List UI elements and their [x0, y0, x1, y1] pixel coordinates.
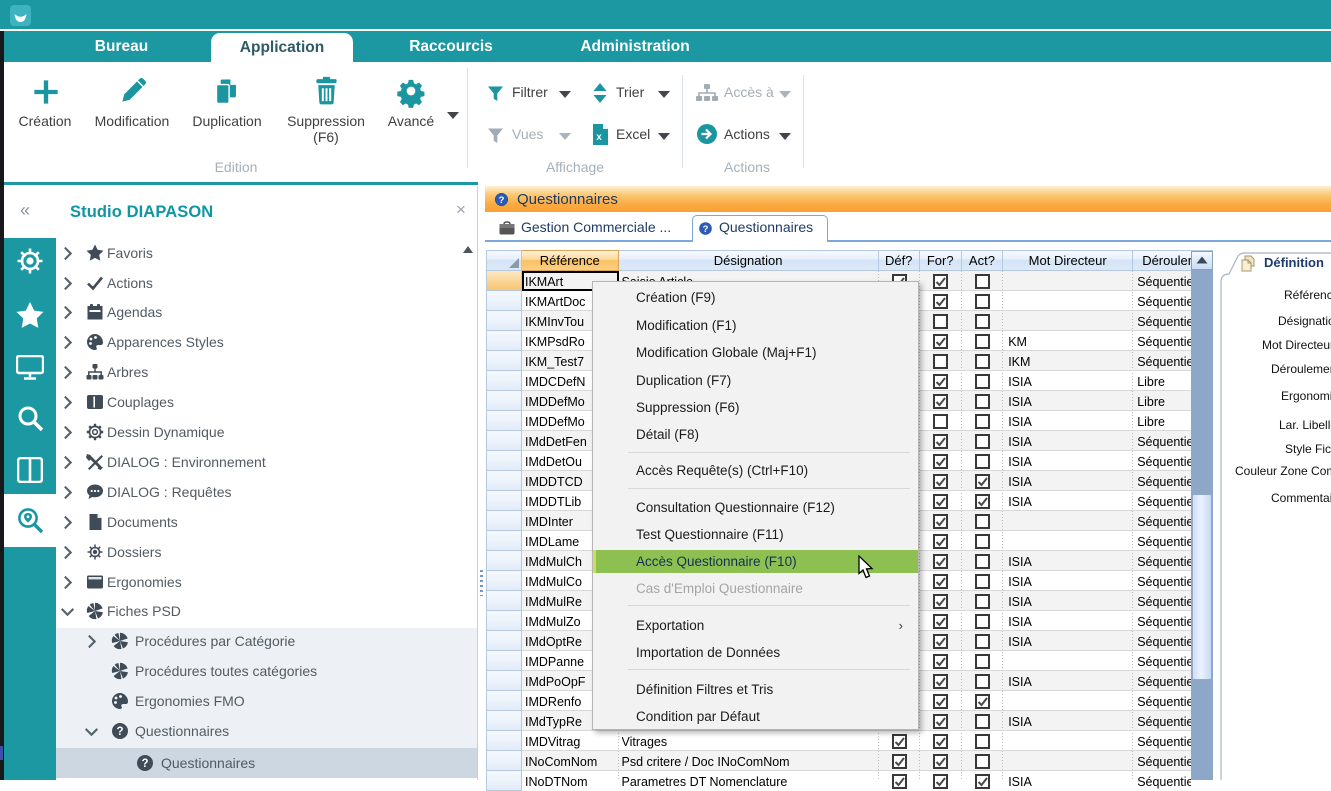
- svg-text:x: x: [596, 132, 602, 143]
- svg-text:?: ?: [703, 224, 709, 235]
- svg-text:?: ?: [116, 726, 123, 738]
- svg-text:?: ?: [499, 195, 505, 206]
- svg-text:?: ?: [141, 758, 148, 770]
